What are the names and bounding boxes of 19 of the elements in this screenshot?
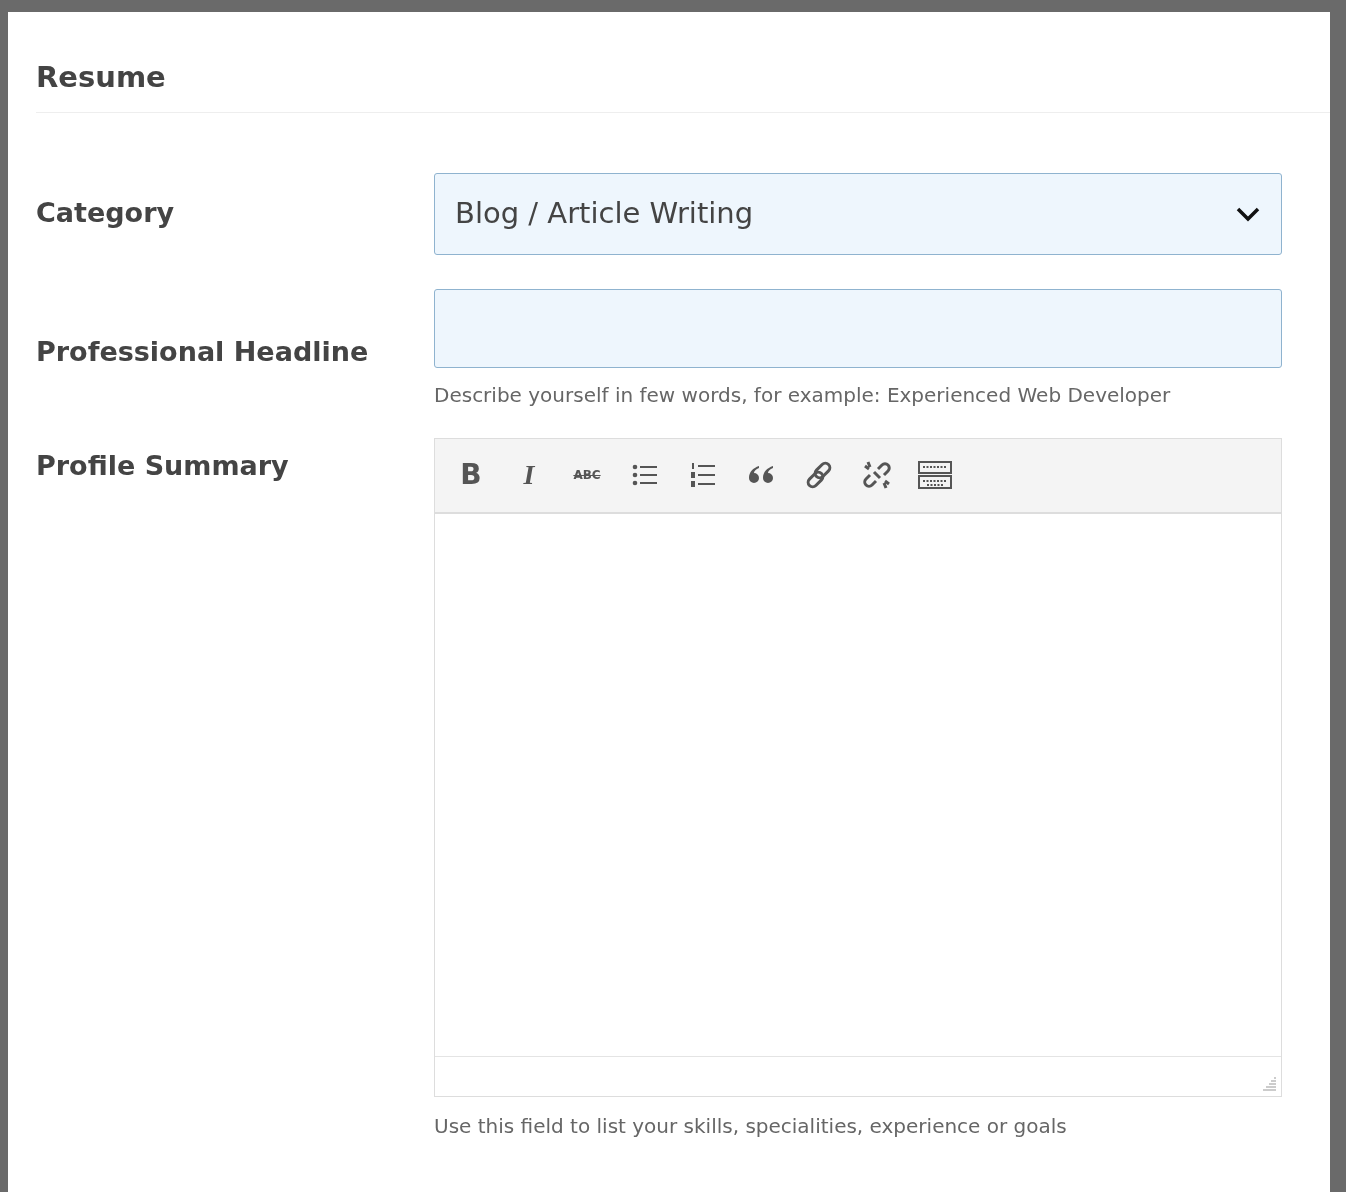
section-title: Resume — [36, 59, 167, 96]
chevron-down-icon — [1235, 205, 1261, 222]
help-text: Use this field to list your skills, specialities, experience or goals — [434, 1112, 1068, 1140]
link-icon — [804, 460, 834, 490]
resize-grip-icon — [1261, 1075, 1277, 1092]
headline-field[interactable] — [434, 288, 1282, 368]
italic-button[interactable]: I — [507, 453, 551, 497]
field-label: Category — [36, 196, 176, 231]
field-label: Profile Summary — [36, 448, 290, 483]
keyboard-icon — [918, 461, 952, 489]
quote-icon — [747, 464, 775, 486]
help-text: Describe yourself in few words, for example: Experienced Web Developer — [434, 381, 1172, 409]
numbered-list-icon — [690, 462, 716, 488]
bulleted-list-icon — [632, 463, 658, 487]
category-dropdown[interactable]: Blog / Article Writing — [434, 172, 1282, 255]
field-label: Professional Headline — [36, 334, 370, 369]
bold-button[interactable]: B — [449, 453, 493, 497]
broken-link-icon — [862, 460, 892, 490]
strikethrough-button[interactable]: ABC — [565, 453, 609, 497]
